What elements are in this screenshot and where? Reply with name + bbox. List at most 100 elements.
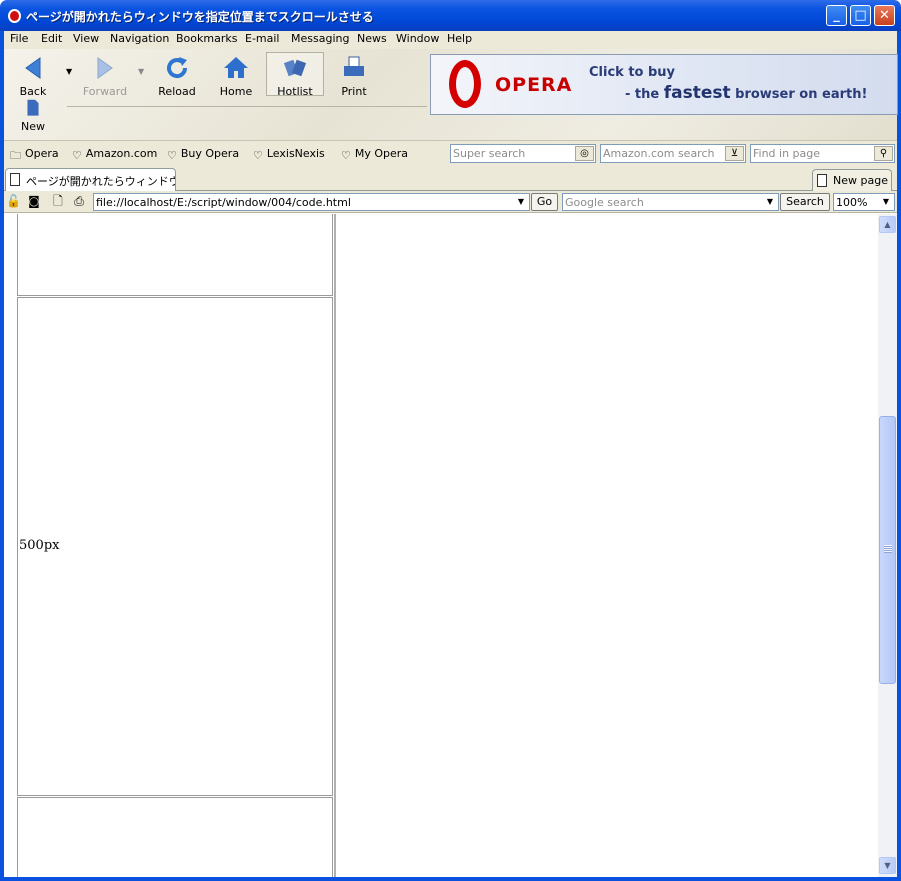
page-document-icon[interactable]: 🗋 xyxy=(51,194,65,208)
banner-tagline-post: browser on earth! xyxy=(730,87,868,102)
maximize-icon: □ xyxy=(854,8,867,23)
magnifier-icon[interactable]: ⚲ xyxy=(874,146,893,161)
new-label: New xyxy=(21,120,45,133)
menu-messaging[interactable]: Messaging xyxy=(291,32,349,45)
hotlist-button[interactable]: Hotlist xyxy=(266,52,324,98)
menu-file[interactable]: File xyxy=(10,32,28,45)
window-frame-bottom xyxy=(0,877,901,881)
home-button[interactable]: Home xyxy=(211,55,261,98)
find-in-page-input[interactable]: Find in page ⚲ xyxy=(750,144,895,163)
menu-help[interactable]: Help xyxy=(447,32,472,45)
forward-history-dropdown-icon[interactable]: ▼ xyxy=(138,67,144,76)
print-label: Print xyxy=(341,85,367,98)
tab-title: ページが開かれたらウィンドウを… xyxy=(26,175,175,188)
heart-icon: ♡ xyxy=(341,149,351,162)
menu-navigation[interactable]: Navigation xyxy=(110,32,169,45)
forward-label: Forward xyxy=(82,85,128,98)
forward-arrow-icon xyxy=(97,57,113,79)
new-document-icon xyxy=(27,99,39,116)
hotlist-label: Hotlist xyxy=(277,85,313,98)
hotlist-icon xyxy=(283,59,307,77)
menu-window[interactable]: Window xyxy=(396,32,439,45)
amazon-search-input[interactable]: Amazon.com search ⊻ xyxy=(600,144,746,163)
maximize-button[interactable]: □ xyxy=(850,5,871,26)
tab-current-page[interactable]: ページが開かれたらウィンドウを… xyxy=(5,168,176,191)
bookmark-label: LexisNexis xyxy=(266,147,325,160)
cell-size-label: 500px xyxy=(19,538,60,553)
banner-tagline: - the fastest browser on earth! xyxy=(625,83,867,103)
forward-button[interactable]: Forward xyxy=(80,55,130,98)
search-button[interactable]: Search xyxy=(780,193,830,211)
title-bar: ページが開かれたらウィンドウを指定位置までスクロールさせる _ □ ✕ xyxy=(0,0,901,31)
banner-headline: Click to buy xyxy=(589,65,676,80)
new-page-button[interactable]: New xyxy=(8,99,58,133)
banner-tagline-pre: - the xyxy=(625,87,664,102)
menu-bookmarks[interactable]: Bookmarks xyxy=(176,32,237,45)
scrollbar-grip-icon xyxy=(884,545,892,553)
opera-app-icon xyxy=(8,9,21,23)
back-label: Back xyxy=(19,85,47,98)
url-dropdown-icon[interactable]: ▼ xyxy=(514,195,528,209)
zoom-select[interactable]: 100% ▼ xyxy=(833,193,895,211)
security-lock-icon[interactable]: 🔓 xyxy=(6,194,21,208)
shopping-cart-icon[interactable]: ⊻ xyxy=(725,146,744,161)
document-icon xyxy=(817,174,827,187)
bookmark-opera[interactable]: 🗀 Opera xyxy=(10,147,59,166)
url-input[interactable]: file://localhost/E:/script/window/004/co… xyxy=(93,193,530,211)
bookmark-amazon[interactable]: ♡ Amazon.com xyxy=(72,147,157,162)
document-icon xyxy=(10,173,20,186)
page-vertical-divider xyxy=(334,214,336,877)
heart-icon: ♡ xyxy=(253,149,263,162)
print-button[interactable]: Print xyxy=(329,55,379,98)
close-icon: ✕ xyxy=(879,8,890,23)
print-small-icon[interactable]: ⎙ xyxy=(72,194,86,208)
back-history-dropdown-icon[interactable]: ▼ xyxy=(66,67,72,76)
minimize-icon: _ xyxy=(833,8,840,23)
personal-bar: 🗀 Opera ♡ Amazon.com ♡ Buy Opera ♡ LexisNexi… xyxy=(4,141,897,167)
printer-icon xyxy=(344,56,364,76)
zoom-dropdown-icon[interactable]: ▼ xyxy=(879,195,893,209)
back-button[interactable]: Back xyxy=(8,55,58,98)
bookmark-label: Buy Opera xyxy=(180,147,240,160)
page-info-icon[interactable]: ◙ xyxy=(27,194,41,208)
close-button[interactable]: ✕ xyxy=(874,5,895,26)
super-search-globe-icon[interactable]: ◎ xyxy=(575,146,594,161)
banner-tagline-emphasis: fastest xyxy=(663,83,731,103)
table-cell-bottom xyxy=(17,797,333,877)
opera-ad-banner[interactable]: OPERA Click to buy - the fastest browser… xyxy=(430,54,898,115)
vertical-scrollbar[interactable]: ▲ ▼ xyxy=(878,214,897,877)
bookmark-label: Opera xyxy=(25,147,59,160)
table-cell-top xyxy=(17,214,333,296)
heart-icon: ♡ xyxy=(72,149,82,162)
go-button[interactable]: Go xyxy=(531,193,558,211)
address-bar: 🔓 ◙ 🗋 ⎙ file://localhost/E:/script/windo… xyxy=(4,191,897,213)
minimize-button[interactable]: _ xyxy=(826,5,847,26)
google-search-placeholder: Google search xyxy=(565,196,644,209)
window-title: ページが開かれたらウィンドウを指定位置までスクロールさせる xyxy=(26,10,374,24)
tab-bar: ページが開かれたらウィンドウを… New page xyxy=(4,167,897,191)
menu-bar: File Edit View Navigation Bookmarks E-ma… xyxy=(4,31,897,49)
bookmark-label: Amazon.com xyxy=(85,147,158,160)
menu-news[interactable]: News xyxy=(357,32,387,45)
scroll-up-arrow-icon[interactable]: ▲ xyxy=(879,216,896,233)
scrollbar-thumb[interactable] xyxy=(879,416,896,684)
url-text: file://localhost/E:/script/window/004/co… xyxy=(96,196,351,209)
reload-icon xyxy=(167,57,188,78)
zoom-value: 100% xyxy=(836,196,868,209)
reload-button[interactable]: Reload xyxy=(152,55,202,98)
super-search-input[interactable]: Super search ◎ xyxy=(450,144,596,163)
reload-label: Reload xyxy=(158,85,196,98)
progress-bar xyxy=(67,106,427,122)
menu-email[interactable]: E-mail xyxy=(245,32,280,45)
new-page-tab-button[interactable]: New page xyxy=(812,169,892,191)
google-search-input[interactable]: Google search ▼ xyxy=(562,193,779,211)
search-engine-dropdown-icon[interactable]: ▼ xyxy=(763,195,777,209)
bookmark-buy-opera[interactable]: ♡ Buy Opera xyxy=(167,147,239,162)
bookmark-my-opera[interactable]: ♡ My Opera xyxy=(341,147,408,162)
bookmark-lexisnexis[interactable]: ♡ LexisNexis xyxy=(253,147,325,162)
menu-edit[interactable]: Edit xyxy=(41,32,62,45)
menu-view[interactable]: View xyxy=(73,32,99,45)
scroll-down-arrow-icon[interactable]: ▼ xyxy=(879,857,896,874)
amazon-search-placeholder: Amazon.com search xyxy=(603,147,715,160)
home-label: Home xyxy=(219,85,253,98)
